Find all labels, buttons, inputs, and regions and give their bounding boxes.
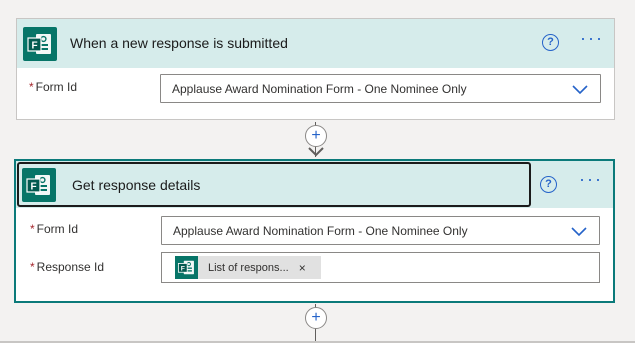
more-options-icon[interactable]: ··· [579, 170, 603, 188]
form-id-value: Applause Award Nomination Form - One Nom… [172, 82, 467, 96]
step-connector: + [305, 304, 327, 343]
forms-app-icon: F [23, 27, 57, 61]
step-connector: + [305, 122, 327, 160]
trigger-title[interactable]: When a new response is submitted [70, 35, 288, 51]
required-marker: * [30, 260, 35, 274]
more-options-icon[interactable]: ··· [580, 29, 604, 47]
form-id-dropdown[interactable]: Applause Award Nomination Form - One Nom… [161, 216, 600, 245]
token-label: List of respons... [208, 261, 289, 274]
arrow-down-icon [308, 147, 324, 157]
response-id-label: * Response Id [30, 260, 105, 274]
remove-token-icon[interactable]: × [299, 261, 306, 275]
svg-text:F: F [31, 41, 37, 52]
forms-app-icon: F [175, 256, 198, 279]
form-id-dropdown[interactable]: Applause Award Nomination Form - One Nom… [160, 74, 601, 103]
action-card-header[interactable]: F Get response details ? ··· [16, 161, 613, 208]
chevron-down-icon[interactable] [572, 83, 588, 95]
add-step-button[interactable]: + [305, 307, 327, 329]
form-id-label: * Form Id [29, 80, 78, 94]
action-card[interactable]: F Get response details ? ··· * Form Id Ap… [14, 159, 615, 303]
trigger-card-header[interactable]: F When a new response is submitted ? ··· [17, 19, 614, 68]
form-id-value: Applause Award Nomination Form - One Nom… [173, 224, 468, 238]
svg-text:F: F [30, 182, 36, 193]
help-icon[interactable]: ? [542, 34, 559, 51]
required-marker: * [29, 80, 34, 94]
dynamic-content-token[interactable]: F List of respons... × [175, 256, 321, 279]
svg-text:F: F [181, 266, 185, 273]
form-id-label: * Form Id [30, 222, 79, 236]
action-title[interactable]: Get response details [72, 177, 200, 193]
chevron-down-icon[interactable] [571, 225, 587, 237]
trigger-card[interactable]: F When a new response is submitted ? ···… [16, 18, 615, 120]
required-marker: * [30, 222, 35, 236]
add-step-button[interactable]: + [305, 125, 327, 147]
help-icon[interactable]: ? [540, 176, 557, 193]
response-id-input[interactable]: F List of respons... × [161, 252, 600, 283]
forms-app-icon: F [22, 168, 56, 202]
